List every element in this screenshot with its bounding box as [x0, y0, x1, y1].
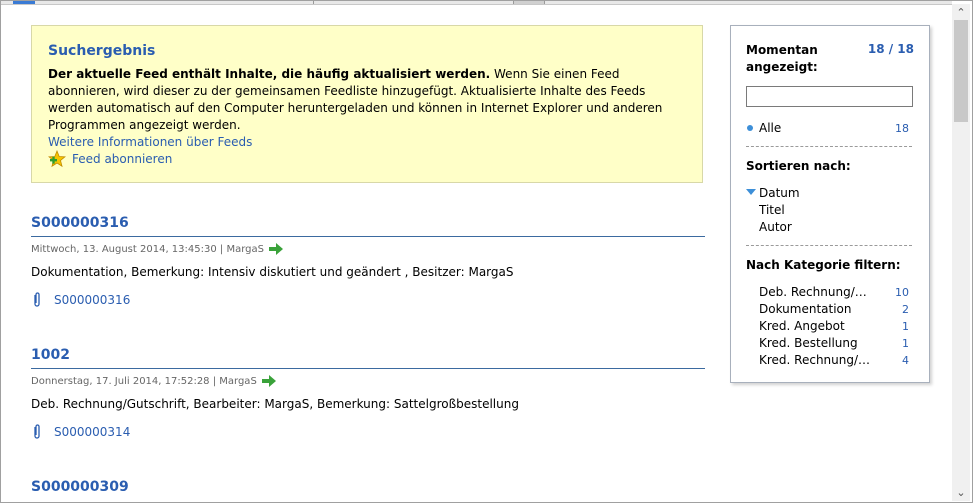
feed-item: S000000316 Mittwoch, 13. August 2014, 13…: [31, 215, 705, 308]
tab-indicator[interactable]: [13, 1, 35, 4]
filter-category-label: Nach Kategorie filtern:: [746, 258, 901, 272]
bullet-icon: [747, 125, 753, 131]
tab-divider: [313, 1, 314, 4]
info-text: Der aktuelle Feed enthält Inhalte, die h…: [48, 66, 686, 134]
category-count: 1: [902, 320, 909, 333]
sort-option-author[interactable]: Autor: [759, 219, 909, 241]
feed-info-box: Suchergebnis Der aktuelle Feed enthält I…: [31, 25, 703, 183]
feed-item-date: Mittwoch, 13. August 2014, 13:45:30 | Ma…: [31, 243, 264, 255]
filter-all-count: 18: [895, 122, 909, 135]
paperclip-icon: [34, 292, 40, 307]
info-bold-text: Der aktuelle Feed enthält Inhalte, die h…: [48, 67, 491, 81]
feed-item-description: Deb. Rechnung/Gutschrift, Bearbeiter: Ma…: [31, 397, 519, 411]
sort-triangle-icon: [746, 189, 756, 195]
feed-item: 1002 Donnerstag, 17. Juli 2014, 17:52:28…: [31, 347, 705, 440]
category-count: 4: [902, 354, 909, 367]
green-arrow-icon[interactable]: [268, 243, 283, 255]
feed-item-title[interactable]: 1002: [31, 347, 705, 369]
filter-panel: Momentan angezeigt: 18 / 18 Alle 18 Sort…: [730, 25, 930, 383]
category-name: Deb. Rechnung/Gutschrift: [759, 285, 874, 299]
feed-item-attachment[interactable]: S000000314: [31, 424, 705, 440]
category-name: Kred. Bestellung: [759, 336, 858, 350]
category-filter-item[interactable]: Kred. Rechnung/Gutschrift 4: [759, 352, 909, 374]
divider: [746, 245, 912, 246]
scroll-up-icon[interactable]: ⌃: [952, 4, 970, 21]
feed-item: S000000309: [31, 479, 705, 500]
scrollbar-thumb[interactable]: [954, 20, 968, 122]
category-count: 1: [902, 337, 909, 350]
shown-label: Momentan angezeigt:: [746, 43, 818, 74]
attachment-link[interactable]: S000000314: [54, 425, 130, 439]
feed-item-description: Dokumentation, Bemerkung: Intensiv disku…: [31, 265, 514, 279]
subscribe-feed-link[interactable]: Feed abonnieren: [48, 150, 172, 168]
attachment-link[interactable]: S000000316: [54, 293, 130, 307]
feed-item-title[interactable]: S000000316: [31, 215, 705, 237]
category-name: Kred. Angebot: [759, 319, 845, 333]
feed-item-title[interactable]: S000000309: [31, 479, 705, 500]
filter-search-input[interactable]: [746, 86, 913, 107]
category-count: 2: [902, 303, 909, 316]
scroll-down-icon[interactable]: ⌄: [952, 484, 970, 501]
category-count: 10: [895, 286, 909, 299]
sort-label: Sortieren nach:: [746, 159, 851, 173]
green-arrow-icon[interactable]: [261, 375, 276, 387]
more-info-link[interactable]: Weitere Informationen über Feeds: [48, 134, 686, 151]
vertical-scrollbar[interactable]: ⌃ ⌄: [952, 4, 970, 501]
sort-option-label: Titel: [759, 203, 785, 217]
feed-star-icon: [48, 150, 66, 168]
sort-option-label: Autor: [759, 220, 792, 234]
tab-stub[interactable]: [513, 1, 545, 4]
paperclip-icon: [34, 424, 40, 439]
category-name: Dokumentation: [759, 302, 852, 316]
filter-all-label: Alle: [759, 121, 782, 135]
subscribe-label: Feed abonnieren: [72, 152, 173, 166]
feed-item-date: Donnerstag, 17. Juli 2014, 17:52:28 | Ma…: [31, 375, 257, 387]
feed-item-meta: Mittwoch, 13. August 2014, 13:45:30 | Ma…: [31, 243, 705, 255]
feed-view: Suchergebnis Der aktuelle Feed enthält I…: [0, 0, 973, 503]
filter-all[interactable]: Alle 18: [759, 120, 909, 142]
divider: [746, 146, 912, 147]
feed-item-attachment[interactable]: S000000316: [31, 292, 705, 308]
feed-item-meta: Donnerstag, 17. Juli 2014, 17:52:28 | Ma…: [31, 375, 705, 387]
category-name: Kred. Rechnung/Gutschrift: [759, 353, 874, 367]
tab-strip: [1, 1, 952, 5]
sort-option-label: Datum: [759, 186, 800, 200]
shown-count: 18 / 18: [867, 42, 914, 56]
info-title: Suchergebnis: [48, 43, 156, 59]
